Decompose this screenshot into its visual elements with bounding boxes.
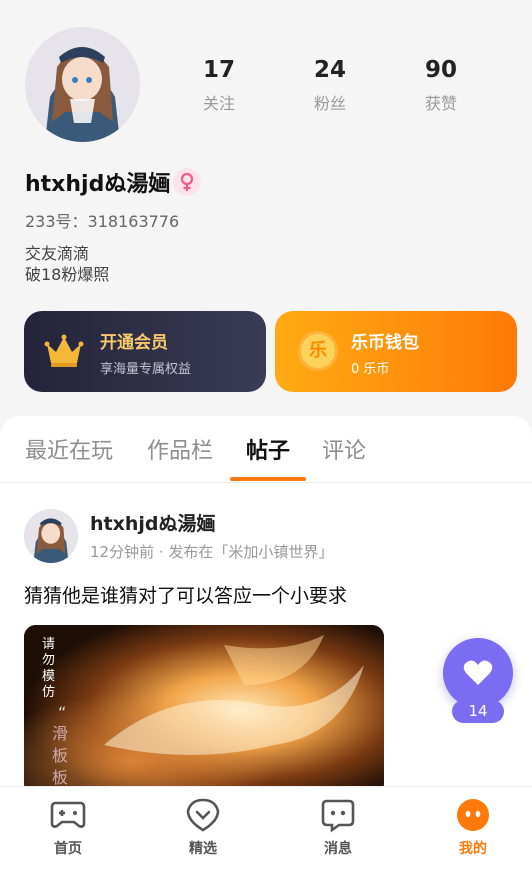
active-tab-indicator: [230, 477, 306, 481]
wallet-card-subtitle: 0 乐币: [351, 362, 390, 377]
tab-posts[interactable]: 帖子: [246, 433, 290, 465]
vip-card-subtitle: 享海量专属权益: [100, 362, 192, 377]
profile-tabs: 最近在玩 作品栏 帖子 评论: [0, 416, 532, 483]
avatar-illustration: [24, 509, 78, 563]
content-panel: 最近在玩 作品栏 帖子 评论 htxhjdぬ湯婳 12分钟前 · 发布在「米加小…: [0, 416, 532, 788]
stat-fans-value: 24: [313, 57, 346, 83]
profile-face-icon: [457, 799, 489, 831]
heart-badge-icon: [186, 798, 220, 832]
nav-profile[interactable]: 我的: [433, 797, 513, 858]
bio-line: 交友滴滴: [25, 244, 90, 263]
nav-profile-label: 我的: [459, 841, 487, 857]
post-meta: 12分钟前 · 发布在「米加小镇世界」: [90, 543, 334, 561]
stat-fans[interactable]: 24 粉丝: [290, 56, 370, 114]
nav-messages[interactable]: 消息: [298, 797, 378, 858]
vip-card-title: 开通会员: [100, 333, 168, 353]
stat-following[interactable]: 17 关注: [179, 56, 259, 114]
gamepad-icon: [50, 801, 86, 828]
image-caption-side: 滑板板: [52, 724, 69, 787]
profile-avatar[interactable]: [25, 27, 140, 142]
nav-featured[interactable]: 精选: [163, 797, 243, 858]
vip-membership-card[interactable]: 开通会员 享海量专属权益: [24, 311, 266, 392]
stat-fans-label: 粉丝: [313, 94, 346, 113]
coin-icon-char: 乐: [309, 340, 327, 361]
stat-likes-label: 获赞: [424, 94, 457, 113]
nav-home[interactable]: 首页: [28, 797, 108, 858]
profile-header: 17 关注 24 粉丝 90 获赞 htxhjdぬ湯婳 233号：3181637…: [0, 0, 532, 420]
post-image[interactable]: 请勿模仿 “ 滑板板: [24, 625, 384, 788]
stat-following-label: 关注: [202, 94, 235, 113]
image-caption-top: 请勿模仿: [42, 637, 56, 700]
username: htxhjdぬ湯婳: [25, 172, 171, 197]
like-count: 14: [452, 700, 504, 723]
wallet-card[interactable]: 乐 乐币钱包 0 乐币: [275, 311, 517, 392]
nav-messages-label: 消息: [324, 841, 352, 857]
tab-works[interactable]: 作品栏: [147, 433, 213, 465]
post-author-avatar[interactable]: [24, 509, 78, 563]
stat-following-value: 17: [202, 57, 235, 83]
nav-home-label: 首页: [54, 841, 82, 857]
female-icon: [173, 168, 201, 196]
nav-featured-label: 精选: [189, 841, 217, 857]
like-button[interactable]: [443, 638, 513, 708]
tab-comments[interactable]: 评论: [322, 433, 366, 465]
stat-likes-value: 90: [424, 57, 457, 83]
tab-recently-played[interactable]: 最近在玩: [25, 433, 113, 465]
fire-image: [24, 625, 384, 788]
user-bio: 交友滴滴 破18粉爆照: [25, 243, 109, 285]
crown-icon: [44, 334, 84, 367]
stat-likes[interactable]: 90 获赞: [401, 56, 481, 114]
image-quote-mark: “: [58, 703, 67, 722]
post-author-name[interactable]: htxhjdぬ湯婳: [90, 509, 216, 536]
wallet-card-title: 乐币钱包: [351, 333, 419, 353]
post-text[interactable]: 猜猜他是谁猜对了可以答应一个小要求: [24, 581, 347, 608]
coin-icon: 乐: [298, 331, 338, 371]
message-icon: [321, 799, 355, 833]
heart-icon: [463, 660, 493, 685]
user-id: 233号：318163776: [25, 212, 180, 231]
bottom-navigation: 首页 精选 消息 我的: [0, 786, 532, 871]
avatar-illustration: [25, 27, 140, 142]
bio-line: 破18粉爆照: [25, 265, 110, 284]
